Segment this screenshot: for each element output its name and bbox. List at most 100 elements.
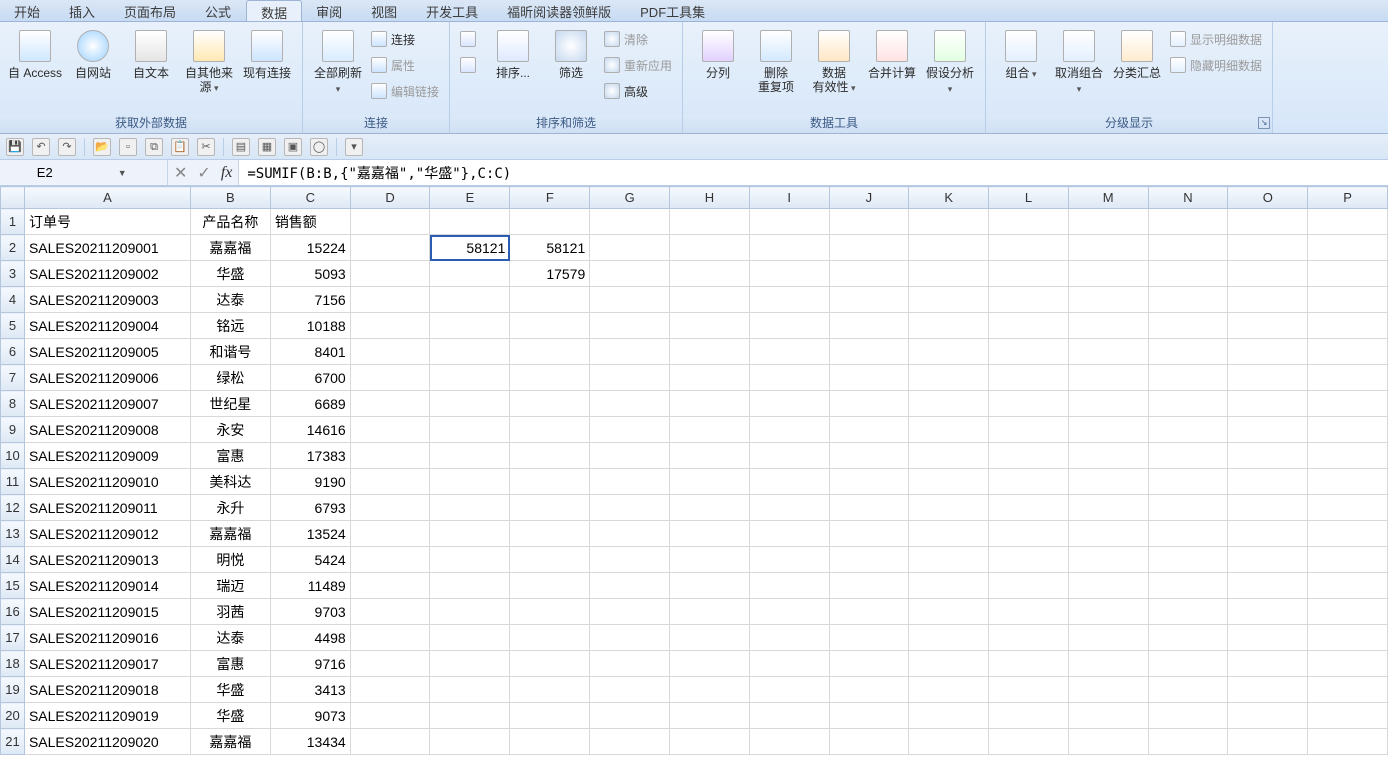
cell-O1[interactable]: [1228, 209, 1308, 235]
cell-B11[interactable]: 美科达: [190, 469, 270, 495]
cell-M20[interactable]: [1068, 703, 1148, 729]
cell-G2[interactable]: [590, 235, 670, 261]
cell-F6[interactable]: [510, 339, 590, 365]
cell-K11[interactable]: [909, 469, 989, 495]
cell-L13[interactable]: [989, 521, 1069, 547]
tab-视图[interactable]: 视图: [357, 0, 412, 21]
cell-J13[interactable]: [829, 521, 909, 547]
cell-K12[interactable]: [909, 495, 989, 521]
cell-C7[interactable]: 6700: [270, 365, 350, 391]
tab-福昕阅读器领鲜版[interactable]: 福昕阅读器领鲜版: [493, 0, 626, 21]
tab-页面布局[interactable]: 页面布局: [110, 0, 191, 21]
cell-L5[interactable]: [989, 313, 1069, 339]
cell-K7[interactable]: [909, 365, 989, 391]
cell-A16[interactable]: SALES20211209015: [24, 599, 190, 625]
row-header-5[interactable]: 5: [1, 313, 25, 339]
cell-H18[interactable]: [670, 651, 750, 677]
cell-G4[interactable]: [590, 287, 670, 313]
cell-K18[interactable]: [909, 651, 989, 677]
column-header-A[interactable]: A: [24, 187, 190, 209]
column-header-F[interactable]: F: [510, 187, 590, 209]
cell-J18[interactable]: [829, 651, 909, 677]
cell-M15[interactable]: [1068, 573, 1148, 599]
cell-O12[interactable]: [1228, 495, 1308, 521]
cell-B7[interactable]: 绿松: [190, 365, 270, 391]
cell-B14[interactable]: 明悦: [190, 547, 270, 573]
cell-N12[interactable]: [1148, 495, 1228, 521]
cell-D16[interactable]: [350, 599, 430, 625]
cell-C16[interactable]: 9703: [270, 599, 350, 625]
cell-D3[interactable]: [350, 261, 430, 287]
cell-I20[interactable]: [749, 703, 829, 729]
cell-D7[interactable]: [350, 365, 430, 391]
cell-K21[interactable]: [909, 729, 989, 755]
cell-A15[interactable]: SALES20211209014: [24, 573, 190, 599]
cell-I16[interactable]: [749, 599, 829, 625]
qat-open-button[interactable]: 📂: [93, 138, 111, 156]
cell-F15[interactable]: [510, 573, 590, 599]
cell-E6[interactable]: [430, 339, 510, 365]
cell-B9[interactable]: 永安: [190, 417, 270, 443]
cell-M21[interactable]: [1068, 729, 1148, 755]
cell-C17[interactable]: 4498: [270, 625, 350, 651]
cell-D9[interactable]: [350, 417, 430, 443]
cell-L6[interactable]: [989, 339, 1069, 365]
row-header-4[interactable]: 4: [1, 287, 25, 313]
cell-O8[interactable]: [1228, 391, 1308, 417]
cell-H9[interactable]: [670, 417, 750, 443]
cell-K13[interactable]: [909, 521, 989, 547]
insert-function-icon[interactable]: fx: [221, 164, 233, 182]
cell-O2[interactable]: [1228, 235, 1308, 261]
cell-N10[interactable]: [1148, 443, 1228, 469]
cell-N6[interactable]: [1148, 339, 1228, 365]
cell-D12[interactable]: [350, 495, 430, 521]
cell-E10[interactable]: [430, 443, 510, 469]
refresh-all-button[interactable]: 全部刷新: [309, 26, 367, 98]
group-button[interactable]: 组合: [992, 26, 1050, 83]
cell-M16[interactable]: [1068, 599, 1148, 625]
cell-H5[interactable]: [670, 313, 750, 339]
accept-formula-icon[interactable]: ✓: [197, 163, 210, 183]
cell-E9[interactable]: [430, 417, 510, 443]
cell-K3[interactable]: [909, 261, 989, 287]
row-header-7[interactable]: 7: [1, 365, 25, 391]
cell-P13[interactable]: [1308, 521, 1388, 547]
cell-C5[interactable]: 10188: [270, 313, 350, 339]
cell-D6[interactable]: [350, 339, 430, 365]
cell-O17[interactable]: [1228, 625, 1308, 651]
cell-L17[interactable]: [989, 625, 1069, 651]
cell-L12[interactable]: [989, 495, 1069, 521]
cell-N21[interactable]: [1148, 729, 1228, 755]
cell-C10[interactable]: 17383: [270, 443, 350, 469]
cell-N4[interactable]: [1148, 287, 1228, 313]
formula-input[interactable]: =SUMIF(B:B,{"嘉嘉福","华盛"},C:C): [239, 160, 1388, 185]
cell-E2[interactable]: 58121: [430, 235, 510, 261]
cell-E3[interactable]: [430, 261, 510, 287]
cell-J17[interactable]: [829, 625, 909, 651]
cell-L15[interactable]: [989, 573, 1069, 599]
cell-H3[interactable]: [670, 261, 750, 287]
cell-K17[interactable]: [909, 625, 989, 651]
cell-B10[interactable]: 富惠: [190, 443, 270, 469]
cell-F12[interactable]: [510, 495, 590, 521]
cell-N13[interactable]: [1148, 521, 1228, 547]
cell-L4[interactable]: [989, 287, 1069, 313]
cell-L14[interactable]: [989, 547, 1069, 573]
row-header-13[interactable]: 13: [1, 521, 25, 547]
cell-E18[interactable]: [430, 651, 510, 677]
row-header-1[interactable]: 1: [1, 209, 25, 235]
cell-J7[interactable]: [829, 365, 909, 391]
row-header-16[interactable]: 16: [1, 599, 25, 625]
from-text-button[interactable]: 自文本: [122, 26, 180, 82]
cell-B6[interactable]: 和谐号: [190, 339, 270, 365]
cell-G3[interactable]: [590, 261, 670, 287]
cell-G8[interactable]: [590, 391, 670, 417]
cell-M9[interactable]: [1068, 417, 1148, 443]
cell-J14[interactable]: [829, 547, 909, 573]
cell-M19[interactable]: [1068, 677, 1148, 703]
cell-O7[interactable]: [1228, 365, 1308, 391]
column-header-J[interactable]: J: [829, 187, 909, 209]
column-header-C[interactable]: C: [270, 187, 350, 209]
cell-I8[interactable]: [749, 391, 829, 417]
cell-P1[interactable]: [1308, 209, 1388, 235]
